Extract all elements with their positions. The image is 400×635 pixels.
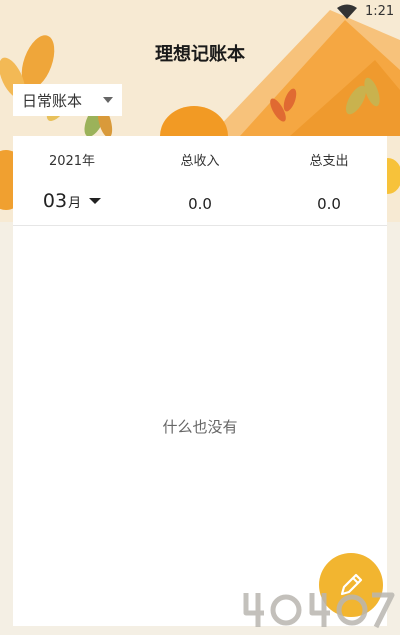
income-column: 总收入 0.0	[138, 136, 262, 213]
month-picker[interactable]: 03 月	[42, 190, 102, 212]
status-time: 1:21	[365, 4, 395, 19]
caret-down-icon	[103, 97, 113, 103]
status-bar: 1:21	[0, 0, 400, 26]
expense-label: 总支出	[309, 154, 349, 169]
wifi-icon	[337, 4, 357, 19]
expense-column: 总支出 0.0	[267, 136, 391, 213]
income-value: 0.0	[188, 195, 212, 213]
period-column: 2021年 03 月	[13, 136, 131, 212]
book-selector-dropdown[interactable]: 日常账本	[13, 84, 122, 116]
month-number: 03	[42, 190, 68, 212]
income-label: 总收入	[180, 154, 220, 169]
page-title: 理想记账本	[155, 44, 245, 65]
expense-value: 0.0	[317, 195, 341, 213]
year-label[interactable]: 2021年	[13, 150, 131, 169]
month-caret-down-icon	[89, 198, 102, 204]
summary-card: 2021年 03 月 总收入 0.0 总支出 0.0	[13, 136, 387, 226]
month-unit: 月	[68, 195, 82, 211]
site-watermark-logo	[243, 592, 395, 629]
empty-state-text: 什么也没有	[162, 418, 238, 436]
book-selector-label: 日常账本	[22, 91, 83, 110]
